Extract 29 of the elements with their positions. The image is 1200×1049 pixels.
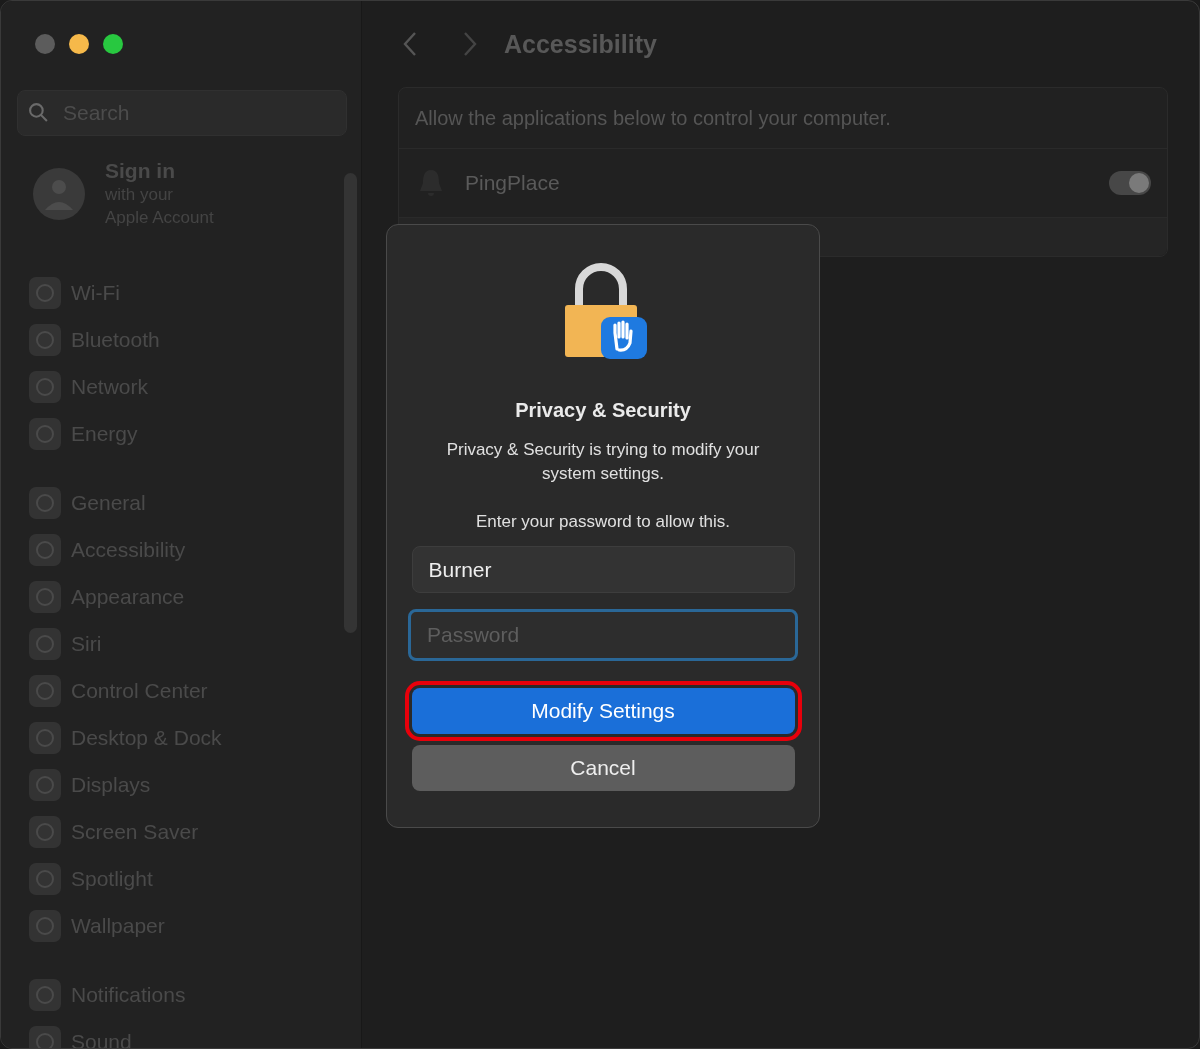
window-button[interactable] xyxy=(69,34,89,54)
settings-tile-icon xyxy=(29,815,61,848)
dialog-prompt: Enter your password to allow this. xyxy=(475,512,731,532)
settings-tile-icon xyxy=(29,978,61,1011)
settings-tile-icon xyxy=(29,862,61,895)
settings-tile-icon xyxy=(29,323,61,356)
settings-tile-icon xyxy=(29,909,61,942)
settings-tile-icon xyxy=(29,486,61,519)
settings-tile-icon xyxy=(29,627,61,660)
settings-tile-icon xyxy=(29,370,61,403)
username-field[interactable]: Burner xyxy=(411,546,795,593)
search-icon xyxy=(28,102,49,123)
settings-tile-icon xyxy=(29,276,61,309)
settings-tile-icon xyxy=(29,674,61,707)
toggle-switch[interactable] xyxy=(1109,171,1151,195)
back-button[interactable] xyxy=(402,30,418,58)
app-name: PingPlace xyxy=(465,171,561,195)
settings-tile-icon xyxy=(29,533,61,566)
dialog-title: Privacy & Security xyxy=(515,399,691,422)
settings-tile-icon xyxy=(29,580,61,613)
forward-button[interactable] xyxy=(462,30,478,58)
avatar-icon xyxy=(33,167,85,220)
cancel-button[interactable]: Cancel xyxy=(411,745,795,791)
dialog-message: Privacy & Security is trying to modify your system settings. xyxy=(445,439,761,485)
settings-tile-icon xyxy=(29,721,61,754)
page-title: Accessibility xyxy=(504,29,657,59)
window-button[interactable] xyxy=(103,34,123,54)
settings-tile-icon xyxy=(29,417,61,450)
settings-tile-icon xyxy=(29,768,61,801)
